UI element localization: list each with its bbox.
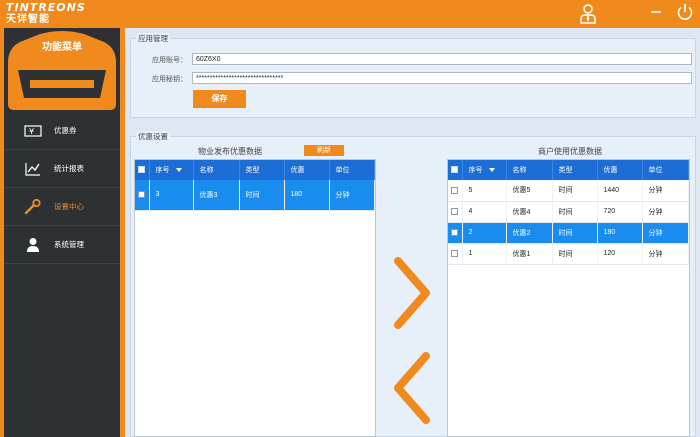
column-header-type[interactable]: 类型 (552, 160, 598, 180)
cell-value: 720 (597, 201, 643, 223)
row-checkbox[interactable] (135, 180, 150, 211)
brand-logo: TINTREONS 天详智能 (6, 1, 86, 26)
cell-type: 时间 (552, 180, 598, 202)
sidebar: 功能菜单 ¥ 优惠券 统计报表 设置中心 系统管理 (0, 28, 125, 437)
cell-no: 1 (462, 243, 507, 265)
cell-unit: 分钟 (642, 243, 689, 265)
row-checkbox[interactable] (448, 222, 463, 244)
published-discounts-grid: 序号 名称 类型 优惠 单位 3 优惠3 时间 180 分钟 (134, 159, 376, 437)
cell-value: 1440 (597, 180, 643, 202)
discount-settings-title: 优惠设置 (136, 131, 170, 142)
cell-name: 优惠5 (506, 180, 553, 202)
table-row[interactable]: 1 优惠1 时间 120 分钟 (448, 243, 689, 265)
row-checkbox[interactable] (448, 180, 463, 202)
cell-no: 3 (149, 180, 194, 211)
cell-name: 优惠1 (506, 243, 553, 265)
column-header-value[interactable]: 优惠 (597, 160, 643, 180)
cell-no: 4 (462, 201, 507, 223)
sidebar-item-system[interactable]: 系统管理 (4, 226, 120, 264)
sidebar-item-coupon[interactable]: ¥ 优惠券 (4, 112, 120, 150)
coupon-icon: ¥ (22, 122, 44, 140)
wrench-icon (22, 198, 44, 216)
column-header-type[interactable]: 类型 (239, 160, 285, 180)
cell-name: 优惠2 (506, 222, 553, 244)
refresh-button[interactable]: 刷新 (304, 145, 344, 156)
cell-name: 优惠4 (506, 201, 553, 223)
column-header-no[interactable]: 序号 (462, 160, 507, 180)
row-checkbox[interactable] (448, 243, 463, 265)
column-header-unit[interactable]: 单位 (642, 160, 689, 180)
chart-icon (22, 160, 44, 178)
cell-unit: 分钟 (329, 180, 375, 211)
cell-no: 5 (462, 180, 507, 202)
sidebar-item-label: 系统管理 (54, 240, 84, 249)
column-header-value[interactable]: 优惠 (284, 160, 330, 180)
sort-caret-icon (175, 168, 182, 173)
move-right-button[interactable] (392, 255, 432, 333)
sidebar-menu: 功能菜单 ¥ 优惠券 统计报表 设置中心 系统管理 (4, 28, 120, 437)
sidebar-item-settings[interactable]: 设置中心 (4, 188, 120, 226)
select-all-checkbox[interactable] (448, 160, 463, 180)
menu-title: 功能菜单 (42, 42, 82, 53)
cell-value: 180 (284, 180, 330, 211)
merchant-discounts-grid: 序号 名称 类型 优惠 单位 5 优惠5 时间 1440 分钟 4 优惠4 时间… (447, 159, 690, 437)
svg-text:¥: ¥ (29, 127, 34, 136)
right-grid-title: 商户使用优惠数据 (538, 147, 602, 156)
column-header-name[interactable]: 名称 (506, 160, 553, 180)
move-left-button[interactable] (392, 350, 432, 428)
cell-unit: 分钟 (642, 180, 689, 202)
account-field[interactable]: 60Z6X0 (192, 53, 692, 65)
secret-label: 应用秘钥： (152, 76, 187, 83)
user-icon[interactable] (580, 4, 596, 26)
power-icon[interactable] (676, 3, 694, 23)
sidebar-item-label: 统计报表 (54, 164, 84, 173)
brand-name-cn: 天详智能 (6, 14, 50, 25)
title-bar: TINTREONS 天详智能 (0, 0, 700, 28)
select-all-checkbox[interactable] (135, 160, 150, 180)
table-row[interactable]: 5 优惠5 时间 1440 分钟 (448, 180, 689, 202)
table-header: 序号 名称 类型 优惠 单位 (135, 160, 375, 180)
cell-unit: 分钟 (642, 201, 689, 223)
save-button[interactable]: 保存 (193, 90, 246, 108)
sidebar-item-label: 优惠券 (54, 126, 77, 135)
column-header-name[interactable]: 名称 (193, 160, 240, 180)
column-header-unit[interactable]: 单位 (329, 160, 375, 180)
secret-field[interactable]: ******************************** (192, 72, 692, 84)
cell-value: 120 (597, 243, 643, 265)
sidebar-item-reports[interactable]: 统计报表 (4, 150, 120, 188)
cell-value: 180 (597, 222, 643, 244)
table-header: 序号 名称 类型 优惠 单位 (448, 160, 689, 180)
cell-name: 优惠3 (193, 180, 240, 211)
table-row[interactable]: 4 优惠4 时间 720 分钟 (448, 201, 689, 223)
admin-icon (22, 236, 44, 254)
sort-caret-icon (488, 168, 495, 173)
row-checkbox[interactable] (448, 201, 463, 223)
cell-type: 时间 (552, 222, 598, 244)
left-grid-title: 物业发布优惠数据 (198, 147, 262, 156)
column-header-no[interactable]: 序号 (149, 160, 194, 180)
table-row[interactable]: 2 优惠2 时间 180 分钟 (448, 222, 689, 244)
brand-name-en: TINTREONS (6, 1, 86, 14)
cell-no: 2 (462, 222, 507, 244)
cell-type: 时间 (552, 201, 598, 223)
cell-type: 时间 (552, 243, 598, 265)
cell-type: 时间 (239, 180, 285, 211)
cell-unit: 分钟 (642, 222, 689, 244)
account-label: 应用账号： (152, 57, 187, 64)
app-management-title: 应用管理 (136, 33, 170, 44)
minimize-icon[interactable] (650, 6, 662, 20)
sidebar-item-label: 设置中心 (54, 202, 84, 211)
table-row[interactable]: 3 优惠3 时间 180 分钟 (135, 180, 375, 211)
